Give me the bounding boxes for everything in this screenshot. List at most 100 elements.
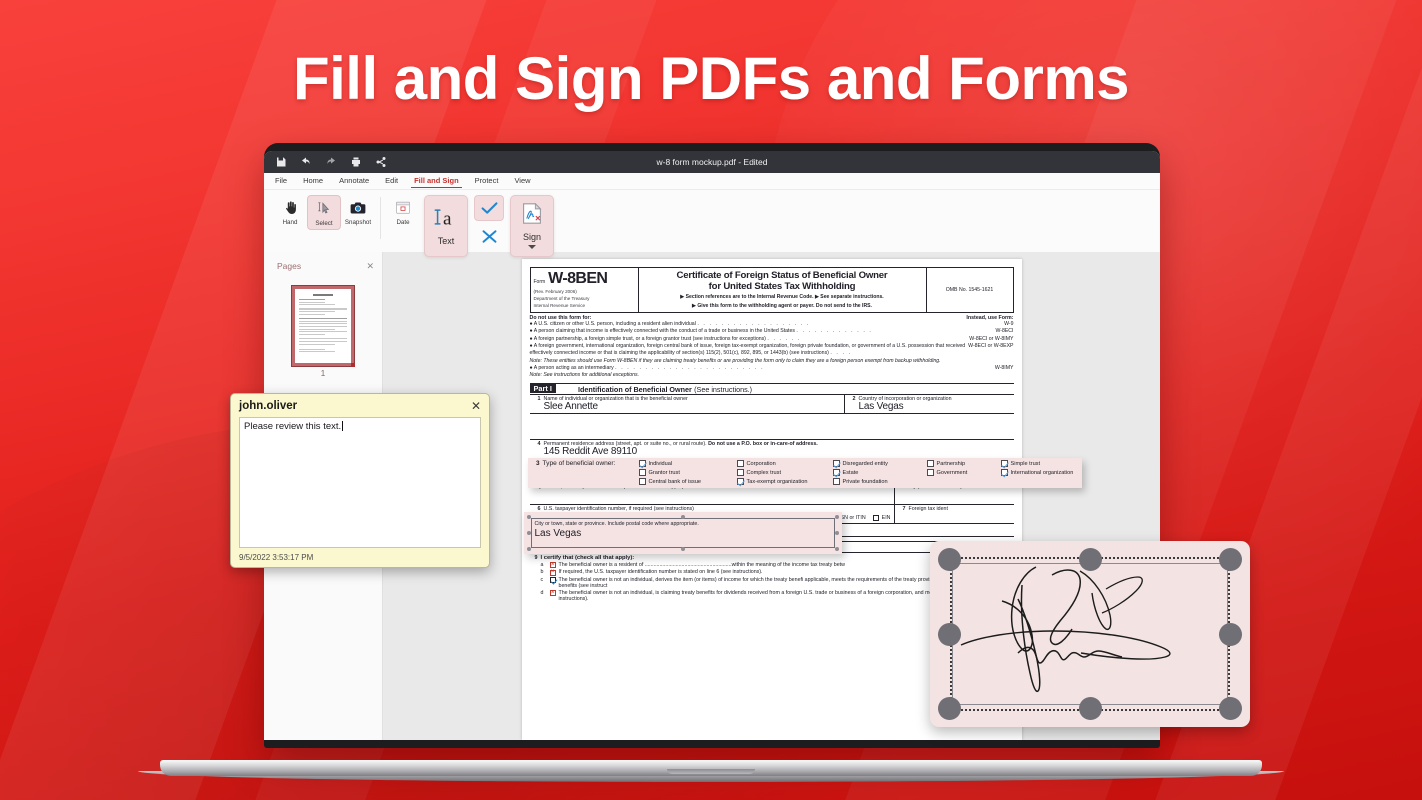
resize-handle-sw[interactable] [526, 547, 531, 551]
close-icon[interactable]: ✕ [471, 400, 481, 412]
owner-label: Grantor trust [648, 469, 680, 476]
resize-handle-nw[interactable] [938, 548, 961, 571]
cert-checkbox-c[interactable] [549, 577, 556, 584]
resize-handle-ne[interactable] [834, 515, 839, 519]
date-tool[interactable]: Date [386, 195, 420, 228]
line-2-value[interactable]: Las Vegas [859, 401, 1011, 412]
page-thumbnail-item[interactable]: 1 [291, 285, 355, 378]
owner-checkbox-individual[interactable] [638, 460, 646, 467]
form-header: Form W-8BEN (Rev. February 2006) Departm… [529, 267, 1014, 313]
bullet-text: A foreign partnership, a foreign simple … [533, 335, 766, 342]
city-text-annotation[interactable]: City or town, state or province. Include… [523, 512, 842, 554]
page-thumbnail[interactable] [291, 285, 355, 367]
date-label: Date [396, 219, 410, 226]
hand-tool[interactable]: Hand [273, 195, 307, 228]
owner-label: Complex trust [746, 469, 782, 476]
thumbnail-resize-handle[interactable] [351, 363, 355, 367]
bullet-text: A person claiming that income is effecti… [533, 328, 795, 335]
close-pages-panel-icon[interactable]: ✕ [366, 261, 374, 272]
ein-checkbox[interactable] [872, 514, 879, 521]
resize-handle-w[interactable] [526, 531, 531, 535]
hand-icon [284, 198, 297, 217]
page-number-label: 1 [320, 369, 326, 378]
text-tool[interactable]: a Text [424, 195, 468, 257]
owner-checkbox-corporation[interactable] [736, 460, 744, 467]
menu-home[interactable]: Home [303, 176, 323, 186]
print-icon[interactable] [350, 156, 362, 168]
owner-checkbox-partnership[interactable] [926, 460, 934, 467]
owner-checkbox-international-organization[interactable] [1000, 469, 1008, 476]
share-icon[interactable] [375, 156, 387, 168]
owner-checkbox-central-bank[interactable] [638, 478, 646, 485]
menu-file[interactable]: File [275, 176, 287, 186]
snapshot-tool[interactable]: Snapshot [341, 195, 375, 228]
sign-tool[interactable]: Sign [510, 195, 554, 257]
line-4-value[interactable]: 145 Reddit Ave 89110 [544, 446, 1011, 457]
menu-protect[interactable]: Protect [475, 176, 499, 186]
resize-handle-nw[interactable] [526, 515, 531, 519]
resize-handle-w[interactable] [938, 623, 961, 646]
menu-annotate[interactable]: Annotate [339, 176, 369, 186]
owner-checkbox-grantor-trust[interactable] [638, 469, 646, 476]
owner-checkbox-simple-trust[interactable] [1000, 460, 1008, 467]
cross-icon [482, 229, 496, 243]
comment-popup[interactable]: john.oliver ✕ Please review this text. 9… [230, 393, 490, 568]
check-icon [481, 202, 497, 214]
form-rev: (Rev. February 2006) [533, 289, 577, 294]
resize-handle-s[interactable] [680, 547, 685, 551]
resize-handle-se[interactable] [1219, 697, 1242, 720]
city-field-value[interactable]: Las Vegas [535, 528, 831, 539]
resize-handle-se[interactable] [834, 547, 839, 551]
comment-author: john.oliver [239, 400, 298, 412]
text-icon: a [433, 206, 459, 233]
form-dept2: Internal Revenue Service [533, 303, 586, 309]
undo-icon[interactable] [300, 156, 312, 168]
part-1-title: Identification of Beneficial Owner [577, 384, 692, 394]
comment-text: Please review this text. [244, 421, 342, 432]
line-1-number: 1 [537, 395, 541, 402]
signature-annotation[interactable] [930, 541, 1250, 727]
chevron-down-icon[interactable] [528, 245, 536, 249]
cert-checkbox-b[interactable] [549, 569, 556, 576]
beneficial-owner-type-overlay[interactable]: 3 Type of beneficial owner: Individual C… [527, 458, 1082, 488]
sign-icon [521, 202, 543, 229]
save-icon[interactable] [275, 156, 287, 168]
menu-edit[interactable]: Edit [385, 176, 398, 186]
comment-text-input[interactable]: Please review this text. [239, 417, 481, 548]
resize-handle-e[interactable] [1219, 623, 1242, 646]
line-4-label-bold: Do not use a P.O. box or in-care-of addr… [708, 440, 818, 447]
owner-label: Private foundation [842, 478, 888, 485]
redo-icon[interactable] [325, 156, 337, 168]
cert-checkbox-d[interactable] [549, 590, 556, 597]
resize-handle-n[interactable] [1079, 548, 1102, 571]
form-row-1: 1 Name of individual or organization tha… [529, 394, 1014, 414]
pages-panel-title: Pages [277, 261, 302, 271]
resize-handle-s[interactable] [1079, 697, 1102, 720]
page-title: Fill and Sign PDFs and Forms [292, 45, 1130, 112]
owner-checkbox-disregarded-entity[interactable] [832, 460, 840, 467]
resize-handle-ne[interactable] [1219, 548, 1242, 571]
menu-fill-and-sign[interactable]: Fill and Sign [411, 176, 462, 189]
menu-view[interactable]: View [514, 176, 530, 186]
cert-key: b [540, 569, 544, 576]
resize-handle-e[interactable] [834, 531, 839, 535]
owner-checkbox-tax-exempt[interactable] [736, 478, 744, 485]
owner-checkbox-complex-trust[interactable] [736, 469, 744, 476]
city-field-label: City or town, state or province. Include… [534, 521, 699, 527]
menu-bar: File Home Annotate Edit Fill and Sign Pr… [264, 173, 1160, 190]
owner-checkbox-private-foundation[interactable] [832, 478, 840, 485]
cross-tool[interactable] [474, 223, 504, 249]
owner-label: Central bank of issue [648, 478, 702, 485]
window-title: w-8 form mockup.pdf - Edited [656, 157, 768, 167]
owner-checkbox-government[interactable] [926, 469, 934, 476]
owner-checkbox-estate[interactable] [832, 469, 840, 476]
resize-handle-n[interactable] [680, 515, 685, 519]
resize-handle-sw[interactable] [938, 697, 961, 720]
form-arrow1: ▶ Section references are to the Internal… [680, 294, 884, 301]
ribbon-toolbar: Hand Select Snapshot Date a Text Sign [264, 190, 1160, 257]
bullet-form: W-8ECI [995, 328, 1014, 335]
checkmark-tool[interactable] [474, 195, 504, 221]
title-bar: w-8 form mockup.pdf - Edited [264, 151, 1160, 173]
select-tool[interactable]: Select [307, 195, 341, 230]
line-1-value[interactable]: Slee Annette [544, 401, 841, 412]
